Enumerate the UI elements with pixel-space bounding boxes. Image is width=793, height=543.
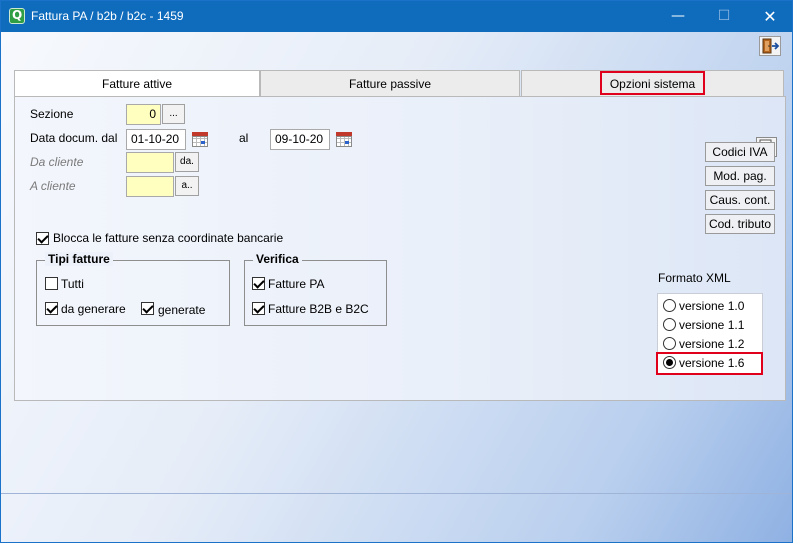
exit-door-icon: [762, 38, 780, 54]
generate-checkbox[interactable]: [141, 302, 154, 315]
client-area: Fatture attive Fatture passive Opzioni s…: [1, 32, 792, 542]
da-generare-checkbox[interactable]: [45, 302, 58, 315]
versione-1-1-radio[interactable]: [663, 318, 676, 331]
tipi-fatture-title: Tipi fatture: [45, 252, 113, 266]
calendar-icon[interactable]: [333, 129, 355, 150]
tutti-label: Tutti: [61, 277, 84, 291]
window-title: Fattura PA / b2b / b2c - 1459: [31, 9, 184, 23]
formato-xml-label: Formato XML: [658, 271, 731, 285]
highlight-opzioni-sistema: [600, 71, 705, 95]
sezione-label: Sezione: [30, 107, 74, 121]
a-cliente-input[interactable]: [126, 176, 174, 197]
codici-iva-button[interactable]: Codici IVA: [705, 142, 775, 162]
app-window: Fattura PA / b2b / b2c - 1459 — ☐ ✕ Fatt…: [0, 0, 793, 543]
fatture-pa-checkbox[interactable]: [252, 277, 265, 290]
calendar-icon[interactable]: [189, 129, 211, 150]
versione-1-0-radio[interactable]: [663, 299, 676, 312]
versione-1-2-radio[interactable]: [663, 337, 676, 350]
cod-tributo-button[interactable]: Cod. tributo: [705, 214, 775, 234]
versione-1-1-label: versione 1.1: [679, 318, 745, 332]
status-separator: [1, 493, 792, 494]
data-dal-input[interactable]: 01-10-20: [126, 129, 186, 150]
maximize-button[interactable]: ☐: [701, 1, 747, 32]
data-dal-label: Data docum. dal: [30, 131, 118, 145]
caus-cont-button[interactable]: Caus. cont.: [705, 190, 775, 210]
tab-fatture-passive[interactable]: Fatture passive: [260, 70, 520, 96]
da-cliente-lookup-button[interactable]: da.: [175, 152, 199, 172]
app-logo-icon: [9, 8, 25, 24]
minimize-button[interactable]: —: [655, 1, 701, 32]
close-button[interactable]: ✕: [747, 1, 792, 32]
a-cliente-label: A cliente: [30, 179, 76, 193]
blocca-label: Blocca le fatture senza coordinate banca…: [53, 231, 284, 245]
da-generare-label: da generare: [61, 302, 126, 316]
fatture-b2b-checkbox[interactable]: [252, 302, 265, 315]
tab-fatture-attive[interactable]: Fatture attive: [14, 70, 260, 98]
fatture-pa-label: Fatture PA: [268, 277, 325, 291]
title-bar: Fattura PA / b2b / b2c - 1459 — ☐ ✕: [1, 1, 792, 32]
da-cliente-input[interactable]: [126, 152, 174, 173]
data-al-input[interactable]: 09-10-20: [270, 129, 330, 150]
verifica-group: Verifica: [244, 252, 387, 326]
tutti-checkbox[interactable]: [45, 277, 58, 290]
fatture-b2b-label: Fatture B2B e B2C: [268, 302, 369, 316]
data-al-label: al: [239, 131, 249, 145]
exit-button[interactable]: [759, 36, 781, 56]
sezione-lookup-button[interactable]: ...: [162, 104, 185, 124]
da-cliente-label: Da cliente: [30, 155, 84, 169]
mod-pag-button[interactable]: Mod. pag.: [705, 166, 775, 186]
versione-1-2-label: versione 1.2: [679, 337, 745, 351]
sezione-input[interactable]: 0: [126, 104, 161, 125]
highlight-versione-1-6: [656, 352, 763, 375]
generate-label: generate: [158, 303, 206, 317]
verifica-title: Verifica: [253, 252, 302, 266]
a-cliente-lookup-button[interactable]: a..: [175, 176, 199, 196]
blocca-checkbox[interactable]: [36, 232, 49, 245]
versione-1-0-label: versione 1.0: [679, 299, 745, 313]
